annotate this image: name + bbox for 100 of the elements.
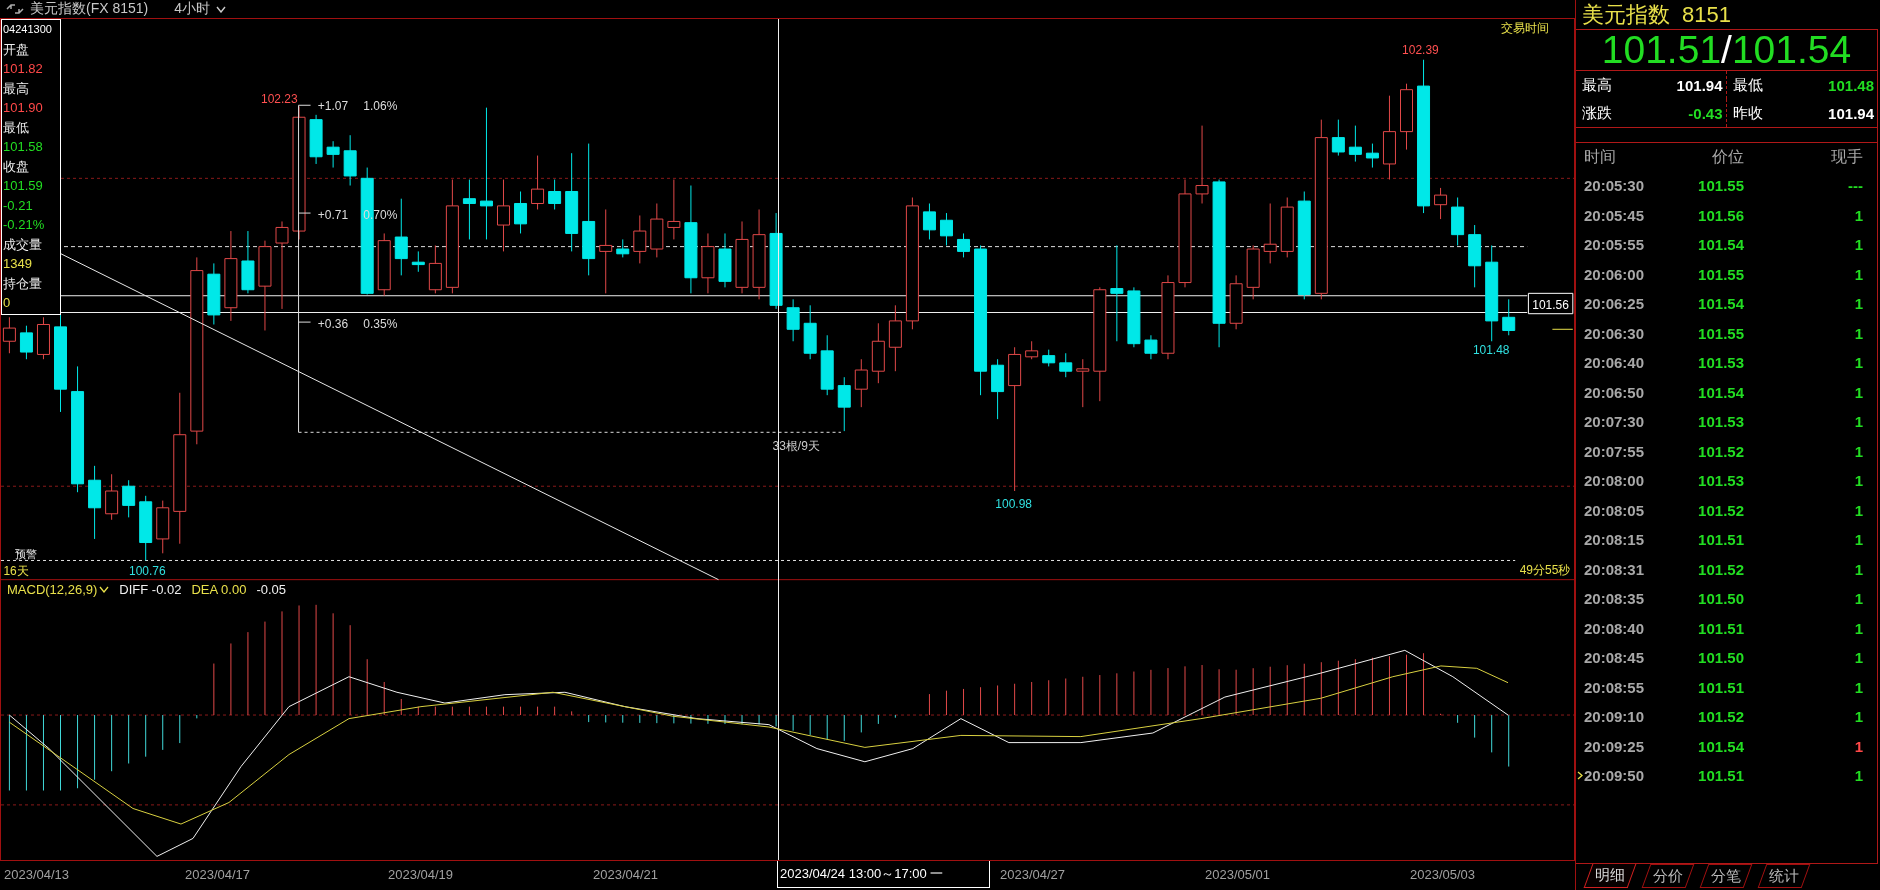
tick-volume: 1	[1853, 619, 1863, 637]
indicator-value: DEA 0.00	[191, 582, 247, 597]
field-value: -0.21%	[3, 216, 46, 234]
tick-price: 101.55	[1697, 177, 1744, 195]
tick-price: 101.55	[1697, 324, 1744, 342]
tick-volume: 1	[1853, 206, 1863, 224]
tick-volume: 1	[1853, 708, 1863, 726]
tick-volume: 1	[1853, 442, 1863, 460]
tick-volume: 1	[1853, 324, 1863, 342]
tick-time: 20:08:00	[1584, 472, 1646, 490]
tick-time: 20:06:25	[1584, 295, 1646, 313]
field-label: 最低	[3, 118, 30, 137]
tick-price: 101.50	[1697, 649, 1744, 667]
tick-volume: 1	[1853, 678, 1863, 696]
field-label: 收盘	[3, 157, 30, 176]
tick-time: 20:05:45	[1584, 206, 1646, 224]
stat-value: -0.43	[1688, 104, 1723, 122]
price-label: 100.76	[129, 563, 166, 578]
tick-time: 20:06:50	[1584, 383, 1646, 401]
field-value: 101.58	[3, 138, 44, 156]
measure-percent: 0.35%	[363, 317, 398, 332]
stat-label: 涨跌	[1582, 103, 1612, 123]
tick-time: 20:07:30	[1584, 413, 1646, 431]
column-header: 现手	[1830, 146, 1863, 167]
tick-volume: 1	[1853, 265, 1863, 283]
tick-time: 20:09:25	[1584, 737, 1646, 755]
tick-price: 101.52	[1697, 560, 1744, 578]
tick-volume: 1	[1853, 383, 1863, 401]
measure-change: +0.36	[317, 317, 349, 332]
tick-time: 20:08:31	[1584, 560, 1646, 578]
date-label: 2023/04/21	[593, 867, 659, 882]
stat-label: 最低	[1732, 75, 1763, 95]
tab[interactable]: 统计	[1757, 864, 1811, 888]
stat-value: 101.94	[1828, 104, 1874, 122]
field-value: 101.82	[3, 60, 44, 78]
tick-volume: ---	[1847, 177, 1863, 195]
tick-time: 20:09:50	[1584, 767, 1646, 785]
tick-volume: 1	[1853, 649, 1863, 667]
tab[interactable]: 分笔	[1699, 864, 1753, 888]
bar-date: 04241300	[3, 22, 53, 37]
indicator-value: -0.05	[256, 582, 286, 597]
stat-label: 最高	[1582, 75, 1612, 95]
date-label: 2023/04/17	[185, 867, 251, 882]
tick-volume: 1	[1853, 472, 1863, 490]
price-separator: /	[1721, 28, 1732, 72]
tick-volume: 1	[1853, 590, 1863, 608]
tick-time: 20:08:05	[1584, 501, 1646, 519]
tick-time: 20:05:30	[1584, 177, 1646, 195]
tick-price: 101.52	[1697, 501, 1744, 519]
instrument-code: 8151	[1682, 1, 1731, 28]
tick-price: 101.51	[1697, 767, 1744, 785]
tick-price: 101.53	[1697, 354, 1744, 372]
tick-time: 20:08:35	[1584, 590, 1646, 608]
tick-price: 101.52	[1697, 708, 1744, 726]
tick-time: 20:06:30	[1584, 324, 1646, 342]
countdown-label: 49分55秒	[1519, 562, 1571, 577]
tick-time: 20:09:10	[1584, 708, 1646, 726]
tick-time: 20:07:55	[1584, 442, 1646, 460]
price-label: 102.39	[1402, 42, 1439, 57]
price-tag: 101.56	[1527, 292, 1574, 315]
tick-time: 20:06:40	[1584, 354, 1646, 372]
field-label: 开盘	[3, 40, 30, 59]
field-value: 101.90	[3, 99, 44, 117]
tick-time: 20:08:40	[1584, 619, 1646, 637]
tick-price: 101.51	[1697, 531, 1744, 549]
column-header: 价位	[1711, 146, 1744, 167]
field-value: -0.21	[3, 196, 34, 215]
stat-value: 101.94	[1676, 76, 1723, 94]
tick-price: 101.53	[1697, 472, 1744, 490]
tick-price: 101.51	[1697, 619, 1744, 637]
indicator-value: DIFF -0.02	[119, 582, 182, 597]
session-label: 交易时间	[1500, 21, 1549, 36]
field-value: 1349	[3, 255, 33, 273]
tick-price: 101.53	[1697, 413, 1744, 431]
instrument-name: 美元指数	[1582, 0, 1670, 29]
chart-title: 美元指数(FX 8151)	[30, 0, 149, 18]
tick-time: 20:08:55	[1584, 678, 1646, 696]
field-value: 0	[3, 294, 12, 312]
period-dropdown[interactable]: 4小时	[174, 0, 211, 18]
field-label: 持仓量	[3, 274, 43, 293]
measure-change: +0.71	[317, 208, 349, 223]
tick-time: 20:08:45	[1584, 649, 1646, 667]
measure-percent: 1.06%	[363, 99, 398, 114]
date-label: 2023/05/03	[1410, 867, 1476, 882]
price-label: 102.23	[261, 91, 298, 106]
tick-volume: 1	[1853, 295, 1863, 313]
tick-time: 20:06:00	[1584, 265, 1646, 283]
tick-price: 101.54	[1697, 383, 1744, 401]
field-label: 成交量	[3, 235, 43, 254]
measure-change: +1.07	[317, 99, 349, 114]
bid-price: 101.51	[1601, 28, 1722, 72]
tick-price: 101.56	[1697, 206, 1744, 224]
date-label: 2023/04/19	[388, 867, 454, 882]
indicator-name[interactable]: MACD(12,26,9)	[7, 582, 98, 597]
tick-price: 101.54	[1697, 236, 1744, 254]
tick-volume: 1	[1853, 560, 1863, 578]
stat-label: 昨收	[1732, 103, 1763, 123]
tab[interactable]: 明细	[1583, 864, 1637, 888]
tab[interactable]: 分价	[1641, 864, 1695, 888]
tick-price: 101.55	[1697, 265, 1744, 283]
